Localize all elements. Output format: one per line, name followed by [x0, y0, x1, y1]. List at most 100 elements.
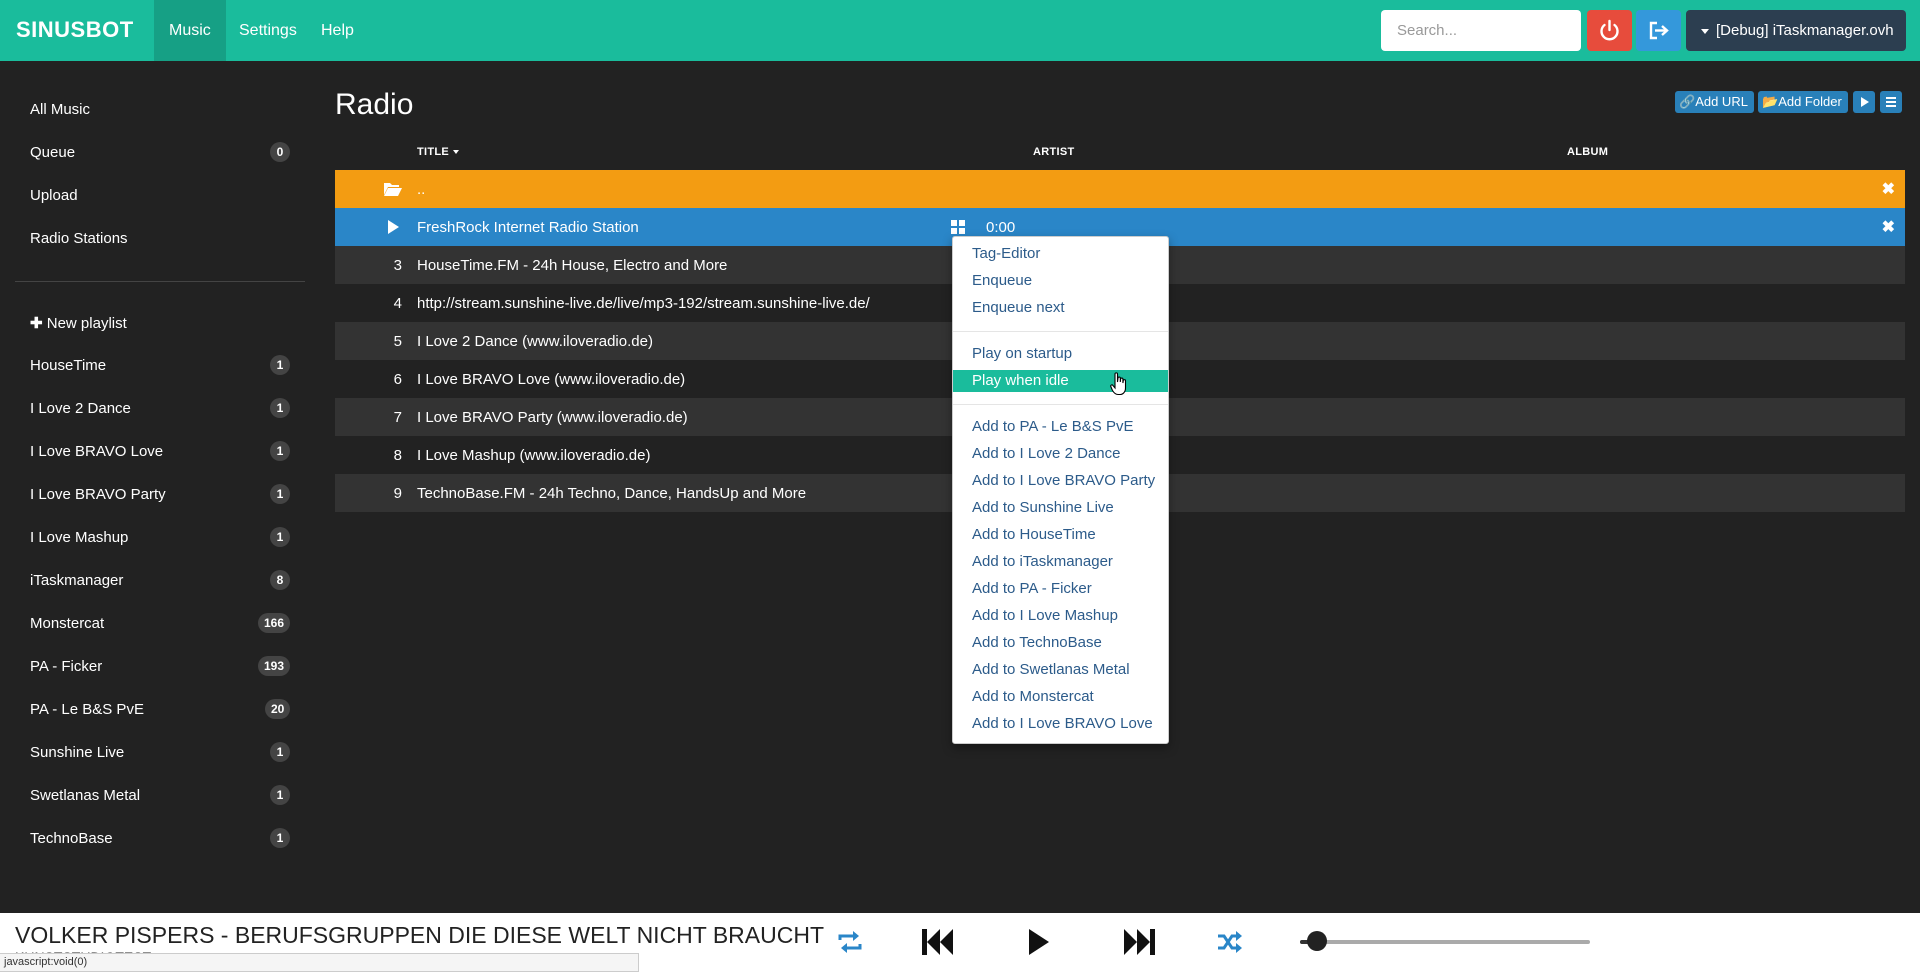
menu-item-enqueue-next[interactable]: Enqueue next [953, 297, 1168, 319]
add-folder-button[interactable]: 📂Add Folder [1758, 91, 1848, 113]
plus-icon: ✚ [30, 315, 43, 332]
brand-logo[interactable]: SINUSBOT [16, 17, 134, 43]
row-title: FreshRock Internet Radio Station [417, 219, 639, 236]
nav-settings[interactable]: Settings [224, 0, 312, 61]
menu-item-add-to-playlist[interactable]: Add to iTaskmanager [953, 551, 1168, 573]
power-icon [1600, 19, 1619, 41]
row-number: 3 [393, 257, 402, 274]
grid-menu-icon[interactable] [951, 220, 965, 234]
search-input[interactable]: Search... [1381, 10, 1581, 51]
sidebar-item-playlist[interactable]: iTaskmanager [30, 572, 123, 589]
sidebar-item-playlist[interactable]: I Love BRAVO Party [30, 486, 166, 503]
sidebar-item-label: Queue [30, 144, 76, 161]
sidebar-item-playlist[interactable]: PA - Le B&S PvE [30, 701, 144, 718]
list-icon [1886, 97, 1896, 107]
list-view-button[interactable] [1880, 91, 1902, 113]
play-icon [1861, 97, 1869, 107]
play-all-button[interactable] [1853, 91, 1875, 113]
repeat-icon [838, 931, 862, 953]
sidebar-item-queue[interactable]: Queue [30, 144, 75, 161]
menu-item-add-to-playlist[interactable]: Add to Monstercat [953, 686, 1168, 708]
add-url-label: Add URL [1695, 94, 1748, 109]
shuffle-button[interactable] [1216, 929, 1244, 955]
folder-open-icon: 📂 [1762, 94, 1779, 109]
row-title: I Love 2 Dance (www.iloveradio.de) [417, 333, 653, 350]
column-header-title[interactable]: TITLE [417, 146, 460, 158]
column-header-album[interactable]: ALBUM [1567, 146, 1608, 158]
add-url-button[interactable]: 🔗Add URL [1675, 91, 1754, 113]
menu-item-play-when-idle[interactable]: Play when idle [953, 370, 1168, 392]
menu-item-enqueue[interactable]: Enqueue [953, 270, 1168, 292]
playlist-count-badge: 1 [270, 527, 290, 547]
sidebar-item-playlist[interactable]: I Love 2 Dance [30, 400, 131, 417]
row-title: http://stream.sunshine-live.de/live/mp3-… [417, 295, 870, 312]
new-playlist-label: New playlist [46, 315, 127, 332]
menu-item-add-to-playlist[interactable]: Add to I Love 2 Dance [953, 443, 1168, 465]
menu-item-add-to-playlist[interactable]: Add to PA - Le B&S PvE [953, 416, 1168, 438]
row-number: 4 [393, 295, 402, 312]
previous-button[interactable] [920, 926, 954, 958]
next-button[interactable] [1123, 926, 1157, 958]
menu-item-add-to-playlist[interactable]: Add to Swetlanas Metal [953, 659, 1168, 681]
column-header-artist[interactable]: ARTIST [1033, 146, 1075, 158]
menu-item-add-to-playlist[interactable]: Add to PA - Ficker [953, 578, 1168, 600]
sidebar: All Music Queue 0 Upload Radio Stations … [0, 61, 320, 913]
sidebar-item-playlist[interactable]: I Love Mashup [30, 529, 128, 546]
sidebar-item-all-music[interactable]: All Music [30, 101, 90, 118]
shuffle-icon [1218, 931, 1242, 953]
row-number: 5 [393, 333, 402, 350]
logout-button[interactable] [1636, 10, 1681, 51]
sidebar-item-upload[interactable]: Upload [30, 187, 78, 204]
sign-out-icon [1649, 21, 1669, 40]
row-title: I Love BRAVO Love (www.iloveradio.de) [417, 371, 686, 388]
menu-item-add-to-playlist[interactable]: Add to Sunshine Live [953, 497, 1168, 519]
sidebar-item-playlist[interactable]: TechnoBase [30, 830, 113, 847]
playlist-count-badge: 1 [270, 355, 290, 375]
browser-status-bar: javascript:void(0) [0, 953, 639, 972]
playlist-count-badge: 8 [270, 570, 290, 590]
sidebar-item-radio-stations[interactable]: Radio Stations [30, 230, 128, 247]
sidebar-item-playlist[interactable]: PA - Ficker [30, 658, 102, 675]
parent-folder-label: .. [417, 181, 426, 198]
menu-item-add-to-playlist[interactable]: Add to I Love BRAVO Love [953, 713, 1168, 735]
caret-down-icon [1701, 29, 1709, 34]
menu-divider [953, 331, 1168, 332]
parent-folder-row[interactable]: .. ✖ [335, 170, 1905, 208]
sidebar-item-playlist[interactable]: I Love BRAVO Love [30, 443, 163, 460]
menu-item-add-to-playlist[interactable]: Add to I Love Mashup [953, 605, 1168, 627]
hand-cursor-icon [1110, 372, 1127, 396]
new-playlist-button[interactable]: ✚ New playlist [30, 314, 127, 332]
instance-dropdown[interactable]: [Debug] iTaskmanager.ovh [1686, 10, 1906, 51]
close-icon[interactable]: ✖ [1882, 179, 1895, 199]
play-icon[interactable] [388, 220, 399, 234]
repeat-button[interactable] [836, 929, 864, 955]
row-number: 6 [393, 371, 402, 388]
sidebar-item-playlist[interactable]: Swetlanas Metal [30, 787, 140, 804]
close-icon[interactable]: ✖ [1882, 217, 1895, 237]
row-number: 9 [393, 485, 402, 502]
menu-item-add-to-playlist[interactable]: Add to TechnoBase [953, 632, 1168, 654]
nav-help[interactable]: Help [306, 0, 369, 61]
sidebar-item-playlist[interactable]: Sunshine Live [30, 744, 124, 761]
page-title: Radio [335, 88, 414, 121]
playlist-count-badge: 166 [258, 613, 291, 633]
menu-item-tag-editor[interactable]: Tag-Editor [953, 243, 1168, 265]
volume-slider[interactable] [1300, 940, 1590, 944]
menu-item-add-to-playlist[interactable]: Add to HouseTime [953, 524, 1168, 546]
link-icon: 🔗 [1679, 94, 1696, 109]
sidebar-item-playlist[interactable]: Monstercat [30, 615, 104, 632]
queue-count-badge: 0 [270, 142, 290, 162]
top-navbar: SINUSBOT Music Settings Help Search... [… [0, 0, 1920, 61]
menu-divider [953, 404, 1168, 405]
row-title: I Love Mashup (www.iloveradio.de) [417, 447, 651, 464]
nav-music[interactable]: Music [154, 0, 226, 61]
play-button[interactable] [1027, 926, 1051, 958]
power-button[interactable] [1587, 10, 1632, 51]
sort-desc-icon [453, 150, 460, 155]
menu-item-play-on-startup[interactable]: Play on startup [953, 343, 1168, 365]
playlist-count-badge: 1 [270, 785, 290, 805]
sidebar-item-playlist[interactable]: HouseTime [30, 357, 106, 374]
playlist-count-badge: 1 [270, 742, 290, 762]
menu-item-add-to-playlist[interactable]: Add to I Love BRAVO Party [953, 470, 1168, 492]
folder-open-icon [384, 183, 402, 196]
